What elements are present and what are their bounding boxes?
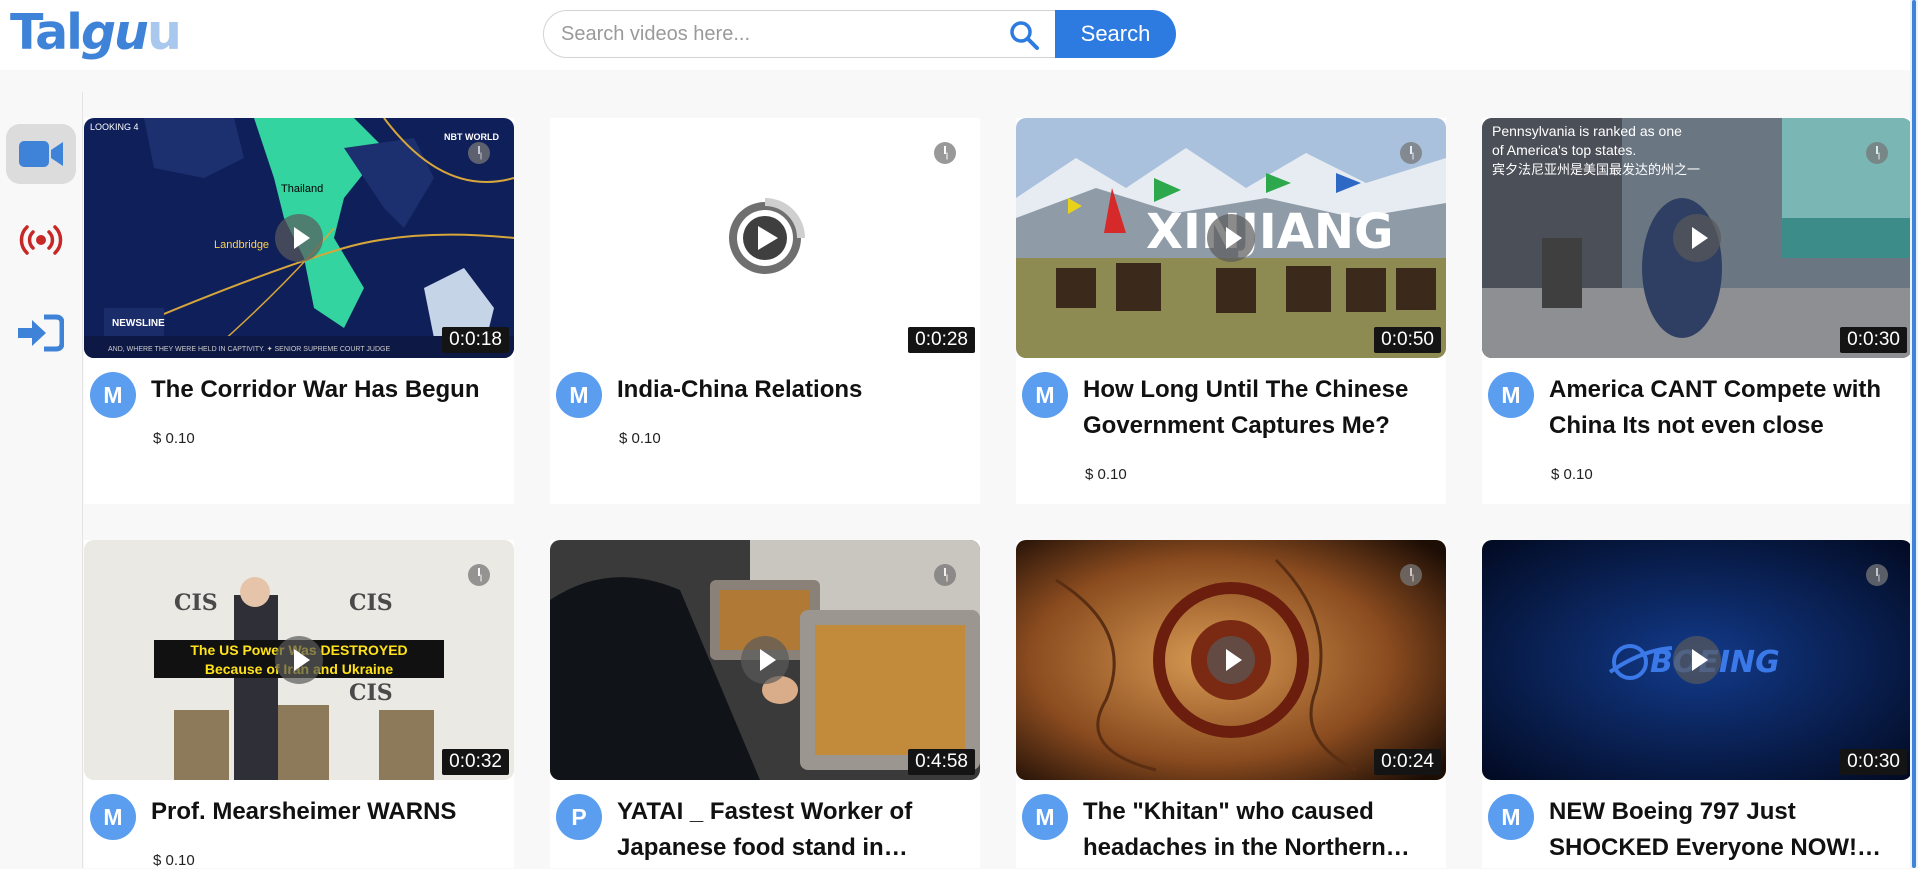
video-card[interactable]: BOEING 0:0:30 M NEW Boeing 797 Just SHOC… xyxy=(1482,540,1912,868)
thumbnail-placeholder-image xyxy=(550,118,980,358)
channel-avatar[interactable]: M xyxy=(90,794,136,840)
video-duration: 0:4:58 xyxy=(908,749,975,775)
overlay-ticker-label: NEWSLINE xyxy=(112,318,165,329)
search-button[interactable]: Search xyxy=(1055,10,1176,58)
watch-later-icon[interactable] xyxy=(468,142,490,164)
video-title[interactable]: How Long Until The Chinese Government Ca… xyxy=(1083,372,1443,444)
play-icon[interactable] xyxy=(275,214,323,262)
play-icon[interactable] xyxy=(1673,214,1721,262)
sidebar-item-login[interactable] xyxy=(6,303,76,363)
overlay-backdrop-logo: CIS xyxy=(349,590,393,616)
video-duration: 0:0:30 xyxy=(1840,749,1907,775)
overlay-country-label: Thailand xyxy=(281,183,323,195)
video-card[interactable]: XINJIANG 0:0:50 M How Long Until The Chi… xyxy=(1016,118,1446,504)
video-price: $ 0.10 xyxy=(619,430,661,447)
logo-text-main: Tal xyxy=(10,4,83,61)
video-price: $ 0.10 xyxy=(1085,466,1127,483)
play-icon[interactable] xyxy=(275,636,323,684)
play-icon[interactable] xyxy=(1207,214,1255,262)
watch-later-icon[interactable] xyxy=(1866,142,1888,164)
video-thumbnail[interactable]: 0:0:24 xyxy=(1016,540,1446,780)
live-broadcast-icon xyxy=(19,225,63,255)
overlay-caption-line1: Pennsylvania is ranked as one xyxy=(1492,123,1682,139)
sidebar-item-videos[interactable] xyxy=(6,124,76,184)
video-duration: 0:0:24 xyxy=(1374,749,1441,775)
watch-later-icon[interactable] xyxy=(1400,564,1422,586)
video-price: $ 0.10 xyxy=(153,852,195,869)
page-scrollbar[interactable] xyxy=(1910,0,1918,868)
video-thumbnail[interactable]: XINJIANG 0:0:50 xyxy=(1016,118,1446,358)
video-duration: 0:0:50 xyxy=(1374,327,1441,353)
video-thumbnail[interactable]: 0:0:28 xyxy=(550,118,980,358)
channel-avatar[interactable]: M xyxy=(90,372,136,418)
overlay-backdrop-logo: CIS xyxy=(349,680,393,706)
video-thumbnail[interactable]: CIS CIS CIS The US Power Was DESTROYED B… xyxy=(84,540,514,780)
logo-text-u: u xyxy=(146,4,182,61)
video-title[interactable]: YATAI _ Fastest Worker of Japanese food … xyxy=(617,794,977,866)
overlay-channel-logo: NBT WORLD xyxy=(444,132,499,142)
video-card[interactable]: LOOKING 4 Thailand Landbridge NEWSLINE A… xyxy=(84,118,514,504)
video-title[interactable]: The Corridor War Has Begun xyxy=(151,372,511,408)
channel-avatar[interactable]: M xyxy=(1488,794,1534,840)
logo-text-gu: gu xyxy=(80,4,149,61)
scrollbar-thumb[interactable] xyxy=(1912,0,1916,868)
watch-later-icon[interactable] xyxy=(934,142,956,164)
watch-later-icon[interactable] xyxy=(1866,564,1888,586)
search-icon[interactable] xyxy=(1008,19,1040,51)
play-icon[interactable] xyxy=(1207,636,1255,684)
video-thumbnail[interactable]: BOEING 0:0:30 xyxy=(1482,540,1912,780)
sidebar-item-live[interactable] xyxy=(6,210,76,270)
video-thumbnail[interactable]: LOOKING 4 Thailand Landbridge NEWSLINE A… xyxy=(84,118,514,358)
sidebar xyxy=(0,92,83,868)
overlay-caption: XINJIANG xyxy=(1146,204,1393,260)
video-price: $ 0.10 xyxy=(153,430,195,447)
video-title[interactable]: America CANT Compete with China Its not … xyxy=(1549,372,1909,444)
channel-avatar[interactable]: M xyxy=(556,372,602,418)
play-icon[interactable] xyxy=(1673,636,1721,684)
top-bar: Talguu Search xyxy=(0,0,1918,70)
video-card[interactable]: 0:0:24 M The "Khitan" who caused headach… xyxy=(1016,540,1446,868)
overlay-ticker-text: AND, WHERE THEY WERE HELD IN CAPTIVITY. … xyxy=(108,345,390,353)
channel-avatar[interactable]: M xyxy=(1488,372,1534,418)
watch-later-icon[interactable] xyxy=(934,564,956,586)
login-icon xyxy=(18,314,64,352)
overlay-top-left-text: LOOKING 4 xyxy=(90,122,139,132)
video-duration: 0:0:30 xyxy=(1840,327,1907,353)
search-bar xyxy=(543,10,1058,58)
watch-later-icon[interactable] xyxy=(468,564,490,586)
channel-avatar[interactable]: M xyxy=(1022,794,1068,840)
video-card[interactable]: Pennsylvania is ranked as one of America… xyxy=(1482,118,1912,504)
search-input[interactable] xyxy=(543,10,1058,58)
video-card[interactable]: CIS CIS CIS The US Power Was DESTROYED B… xyxy=(84,540,514,869)
channel-avatar[interactable]: M xyxy=(1022,372,1068,418)
video-duration: 0:0:28 xyxy=(908,327,975,353)
video-title[interactable]: NEW Boeing 797 Just SHOCKED Everyone NOW… xyxy=(1549,794,1909,866)
video-card[interactable]: 0:0:28 M India-China Relations $ 0.10 xyxy=(550,118,980,504)
video-camera-icon xyxy=(19,141,63,167)
video-duration: 0:0:32 xyxy=(442,749,509,775)
overlay-route-label: Landbridge xyxy=(214,239,269,251)
video-duration: 0:0:18 xyxy=(442,327,509,353)
overlay-caption-line3: 宾夕法尼亚州是美国最发达的州之一 xyxy=(1492,162,1700,178)
video-title[interactable]: The "Khitan" who caused headaches in the… xyxy=(1083,794,1443,866)
channel-avatar[interactable]: P xyxy=(556,794,602,840)
overlay-caption-line2: of America's top states. xyxy=(1492,142,1636,158)
video-card[interactable]: 0:4:58 P YATAI _ Fastest Worker of Japan… xyxy=(550,540,980,868)
video-price: $ 0.10 xyxy=(1551,466,1593,483)
video-thumbnail[interactable]: Pennsylvania is ranked as one of America… xyxy=(1482,118,1912,358)
video-title[interactable]: Prof. Mearsheimer WARNS xyxy=(151,794,511,830)
overlay-backdrop-logo: CIS xyxy=(174,590,218,616)
play-icon[interactable] xyxy=(741,636,789,684)
watch-later-icon[interactable] xyxy=(1400,142,1422,164)
app-logo[interactable]: Talguu xyxy=(10,4,182,61)
video-title[interactable]: India-China Relations xyxy=(617,372,977,408)
video-thumbnail[interactable]: 0:4:58 xyxy=(550,540,980,780)
